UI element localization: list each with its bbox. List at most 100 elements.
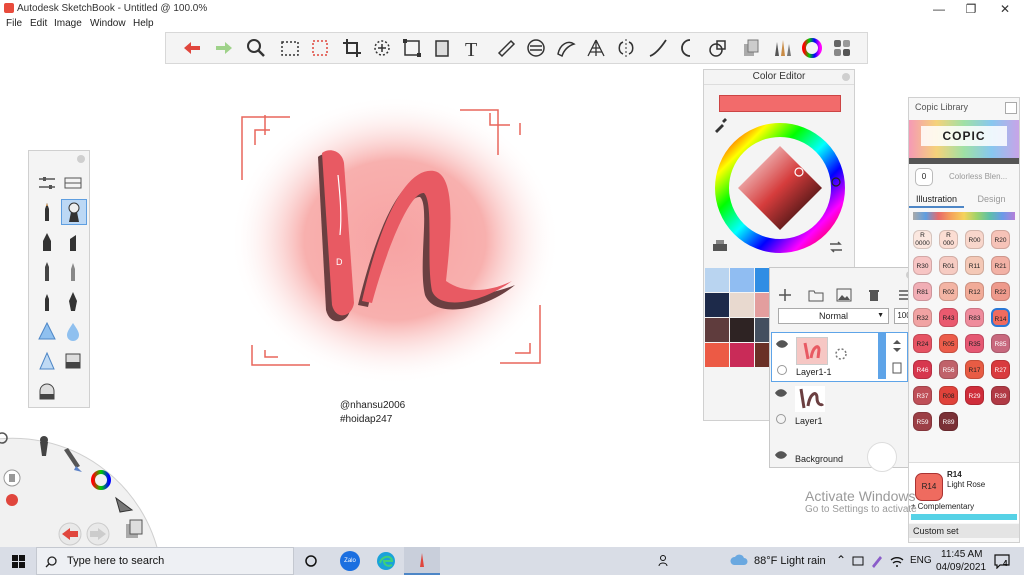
visibility-eye-icon[interactable] [774,450,788,460]
menu-file[interactable]: File [6,18,22,29]
layer-row-active[interactable]: Layer1-1 [771,332,908,382]
pencil-brush-icon[interactable] [35,199,59,223]
edge-browser-icon[interactable] [376,551,396,571]
copic-chip[interactable]: R43 [939,308,958,327]
close-icon[interactable]: ✕ [990,0,1020,18]
taskbar-tray-icon[interactable] [852,555,866,567]
perspective-icon[interactable] [430,36,454,60]
blur-icon[interactable] [61,319,85,343]
sharpen-icon[interactable] [35,349,59,373]
eraser-soft-icon[interactable] [35,379,59,403]
copic-chip[interactable]: R05 [939,334,958,353]
minimize-icon[interactable]: — [924,0,954,18]
clock-date[interactable]: 04/09/2021 [936,562,986,573]
shape-icon[interactable] [676,36,700,60]
color-family-strip[interactable] [913,212,1015,220]
layer-row-background[interactable]: Background [771,436,906,472]
printer-icon[interactable] [712,240,728,254]
wifi-icon[interactable] [890,554,904,568]
stroke-icon[interactable] [646,36,670,60]
visibility-eye-icon[interactable] [775,339,789,349]
copic-chip[interactable]: R32 [913,308,932,327]
lagoon-record-icon[interactable] [6,494,18,506]
copic-chip[interactable]: R29 [965,386,984,405]
fill-icon[interactable] [706,36,730,60]
clock-time[interactable]: 11:45 AM [941,549,983,560]
lagoon-redo-icon[interactable] [86,522,110,546]
smear-icon[interactable] [35,319,59,343]
color-swatch[interactable] [705,268,729,292]
text-icon[interactable]: T [460,36,484,60]
copic-chip[interactable]: R89 [939,412,958,431]
color-swatch[interactable] [705,293,729,317]
transform-icon[interactable] [370,36,394,60]
ruler-icon[interactable] [494,36,518,60]
add-image-icon[interactable] [836,288,852,302]
task-view-icon[interactable] [304,554,318,568]
windows-start-icon[interactable] [12,555,25,568]
copic-chip[interactable]: R20 [991,230,1010,249]
copic-chip[interactable]: R24 [913,334,932,353]
ballpoint-pen-icon[interactable] [35,259,59,283]
copic-chip[interactable]: R 000 [939,230,958,249]
marker-brush-icon[interactable] [35,229,59,253]
sketchbook-taskbar-button[interactable] [404,547,440,575]
perspective-grid-icon[interactable] [584,36,608,60]
copic-chip[interactable]: R12 [965,282,984,301]
copic-chip[interactable]: R21 [991,256,1010,275]
layer-editor-icon[interactable] [740,36,764,60]
color-wheel[interactable] [712,120,848,256]
lagoon-undo-icon[interactable] [58,522,82,546]
color-wheel-icon[interactable] [800,36,824,60]
menu-window[interactable]: Window [90,18,126,29]
color-swatch[interactable] [705,318,729,342]
weather-cloud-icon[interactable] [730,553,748,567]
zalo-app-icon[interactable]: Zalo [340,551,360,571]
copic-chip[interactable]: R39 [991,386,1010,405]
color-swatch[interactable] [730,293,754,317]
redo-icon[interactable] [212,36,236,60]
tab-illustration[interactable]: Illustration [909,192,964,208]
background-color-circle[interactable] [867,442,897,472]
copic-chip[interactable]: R83 [965,308,984,327]
copic-chip[interactable]: R81 [913,282,932,301]
copic-chip[interactable]: R35 [965,334,984,353]
layer-lock-toggle[interactable] [776,414,786,424]
color-swatch[interactable] [730,268,754,292]
copic-chip[interactable]: R59 [913,412,932,431]
menu-edit[interactable]: Edit [30,18,47,29]
chisel-marker-icon[interactable] [61,229,85,253]
copic-chip[interactable]: R02 [939,282,958,301]
zoom-icon[interactable] [244,36,268,60]
pen-tray-icon[interactable] [870,554,884,568]
nib-pen-icon[interactable] [61,289,85,313]
delete-layer-icon[interactable] [868,288,880,302]
select-rect-icon[interactable] [278,36,302,60]
copic-chip[interactable]: R11 [965,256,984,275]
ellipse-guide-icon[interactable] [524,36,548,60]
color-editor-close-icon[interactable] [842,73,850,81]
copic-chip[interactable]: R85 [991,334,1010,353]
brush-pen-icon[interactable] [35,289,59,313]
panel-close-icon[interactable] [77,155,85,163]
language-indicator[interactable]: ENG [910,555,932,566]
crop-icon[interactable] [340,36,364,60]
distort-icon[interactable] [400,36,424,60]
ink-pen-icon[interactable] [61,259,85,283]
copic-panel-close-icon[interactable] [1005,102,1017,114]
copic-chip[interactable]: R56 [939,360,958,379]
blend-mode-select[interactable]: Normal ▼ [778,308,889,324]
menu-image[interactable]: Image [54,18,82,29]
eraser-hard-icon[interactable] [61,349,85,373]
symmetry-icon[interactable] [614,36,638,60]
colorless-blender-chip[interactable]: 0 [915,168,933,186]
copic-chip[interactable]: R37 [913,386,932,405]
taskbar-search-box[interactable]: Type here to search [36,547,294,575]
color-swatch[interactable] [730,343,754,367]
notification-icon[interactable] [994,553,1010,569]
people-icon[interactable] [658,554,672,568]
chevron-up-icon[interactable]: ⌃ [836,553,846,567]
lagoon-eyedropper-icon[interactable] [3,469,21,487]
add-layer-icon[interactable] [778,288,792,302]
lasso-select-icon[interactable] [308,36,332,60]
